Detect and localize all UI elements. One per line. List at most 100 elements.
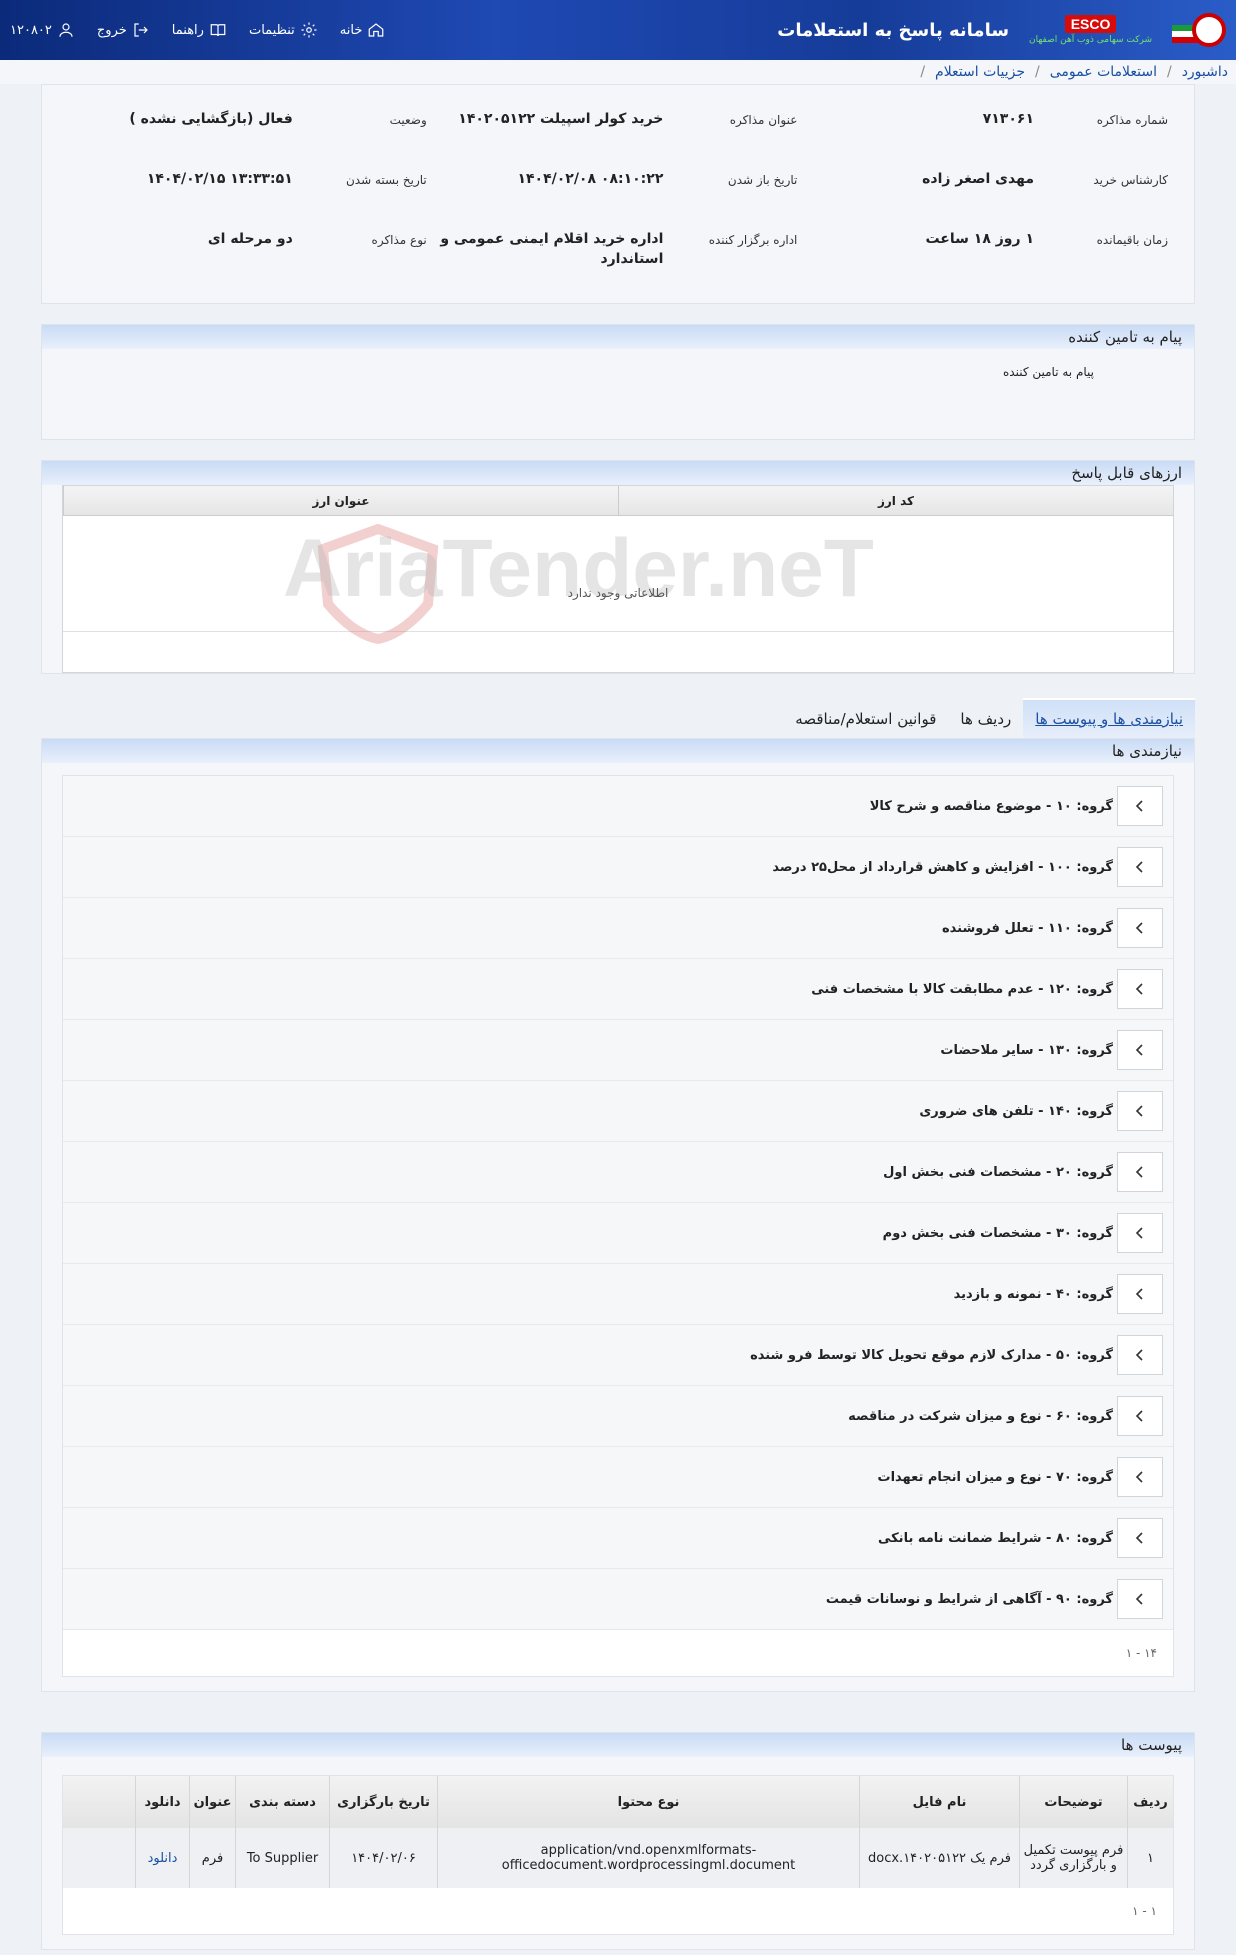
user-id: ۱۲۰۸۰۲ — [10, 22, 52, 38]
chevron-left-icon[interactable] — [1117, 1396, 1163, 1436]
requirement-group-label: گروه: ۴۰ - نمونه و بازدید — [953, 1286, 1113, 1302]
requirement-group[interactable]: گروه: ۹۰ - آگاهی از شرایط و نوسانات قیمت — [63, 1569, 1173, 1630]
chevron-left-icon[interactable] — [1117, 1518, 1163, 1558]
chevron-left-icon[interactable] — [1117, 1213, 1163, 1253]
tab-rules[interactable]: قوانین استعلام/مناقصه — [783, 700, 948, 738]
nav-settings[interactable]: تنظیمات — [249, 21, 318, 39]
column-header[interactable]: نوع محتوا — [437, 1776, 859, 1828]
row-upload-date: ۱۴۰۴/۰۲/۰۶ — [329, 1828, 437, 1888]
negotiation-title-label: عنوان مذاکره — [729, 113, 798, 127]
chevron-left-icon[interactable] — [1117, 1152, 1163, 1192]
breadcrumb-separator: / — [1035, 64, 1040, 80]
requirement-group[interactable]: گروه: ۱۰ - موضوع مناقصه و شرح کالا — [63, 776, 1173, 837]
chevron-left-icon[interactable] — [1117, 908, 1163, 948]
negotiation-type-label: نوع مذاکره — [371, 233, 427, 247]
column-header[interactable]: دسته بندی — [235, 1776, 329, 1828]
requirements-title: نیازمندی ها — [42, 739, 1194, 763]
attachments-title: پیوست ها — [42, 1733, 1194, 1757]
remaining-time-value: ۱ روز ۱۸ ساعت — [925, 231, 1034, 247]
requirement-group[interactable]: گروه: ۱۰۰ - افزایش و کاهش قرارداد از محل… — [63, 837, 1173, 898]
empty-state: اطلاعاتی وجود ندارد — [567, 586, 669, 600]
nav-guide-label: راهنما — [171, 22, 204, 38]
info-row: شماره مذاکره ۷۱۳۰۶۱ عنوان مذاکره خرید کولر… — [62, 99, 1174, 159]
attachments-table: ردیف توضیحات نام فایل نوع محتوا تاریخ با… — [62, 1775, 1174, 1935]
column-header[interactable]: نام فایل — [859, 1776, 1019, 1828]
brand-subtitle: شرکت سهامی ذوب آهن اصفهان — [1029, 35, 1152, 45]
requirement-group[interactable]: گروه: ۱۲۰ - عدم مطابقت کالا با مشخصات فن… — [63, 959, 1173, 1020]
row-index: ۱ — [1127, 1828, 1173, 1888]
chevron-left-icon[interactable] — [1117, 847, 1163, 887]
requirement-group[interactable]: گروه: ۱۳۰ - سایر ملاحضات — [63, 1020, 1173, 1081]
requirement-group-label: گروه: ۱۳۰ - سایر ملاحضات — [940, 1042, 1113, 1058]
row-file-name: فرم یک ۱۴۰۲۰۵۱۲۲.docx — [859, 1828, 1019, 1888]
requirement-group[interactable]: گروه: ۱۴۰ - تلفن های ضروری — [63, 1081, 1173, 1142]
currencies-title: ارزهای قابل پاسخ — [42, 461, 1194, 485]
breadcrumb-separator: / — [1166, 64, 1172, 80]
detail-tabs: نیازمندی ها و پیوست ها ردیف ها قوانین اس… — [41, 696, 1195, 738]
close-date-label: تاریخ بسته شدن — [345, 173, 427, 187]
supplier-message-panel: پیام به تامین کننده پیام به تامین کننده — [41, 324, 1195, 440]
requirements-panel: نیازمندی ها گروه: ۱۰ - موضوع مناقصه و شر… — [41, 738, 1195, 1692]
home-icon — [369, 23, 384, 37]
row-title: فرم — [189, 1828, 235, 1888]
requirement-group[interactable]: گروه: ۶۰ - نوع و میزان شرکت در مناقصه — [63, 1386, 1173, 1447]
top-nav: خانه تنظیمات راهنما خروج ۱۲۰۸۰۲ — [10, 21, 385, 39]
status-label: وضعیت — [389, 113, 427, 127]
inquiry-info-panel: شماره مذاکره ۷۱۳۰۶۱ عنوان مذاکره خرید کولر… — [41, 84, 1195, 304]
negotiation-type-value: دو مرحله ای — [207, 231, 293, 247]
chevron-left-icon[interactable] — [1117, 1030, 1163, 1070]
negotiation-title-value: خرید کولر اسپیلت ۱۴۰۲۰۵۱۲۲ — [458, 111, 664, 127]
nav-guide[interactable]: راهنما — [172, 21, 227, 39]
breadcrumb-inquiry-details[interactable]: جزییات استعلام — [935, 64, 1025, 80]
chevron-left-icon[interactable] — [1117, 1091, 1163, 1131]
column-header[interactable]: ردیف — [1127, 1776, 1173, 1828]
breadcrumb-dashboard[interactable]: داشبورد — [1182, 64, 1228, 80]
requirement-group[interactable]: گروه: ۲۰ - مشخصات فنی بخش اول — [63, 1142, 1173, 1203]
requirement-group[interactable]: گروه: ۸۰ - شرایط ضمانت نامه بانکی — [63, 1508, 1173, 1569]
column-header[interactable]: تاریخ بارگزاری — [329, 1776, 437, 1828]
breadcrumb-public-inquiries[interactable]: استعلامات عمومی — [1050, 64, 1157, 80]
requirement-group[interactable]: گروه: ۱۱۰ - تعلل فروشنده — [63, 898, 1173, 959]
remaining-time-label: زمان باقیمانده — [1096, 233, 1168, 247]
gear-icon — [301, 22, 317, 38]
attachments-pager: ۱ - ۱ — [63, 1888, 1173, 1934]
system-title: سامانه پاسخ به استعلامات — [777, 19, 1010, 41]
requirement-group-label: گروه: ۷۰ - نوع و میزان انجام تعهدات — [877, 1469, 1114, 1485]
requirements-pager: ۱۴ - ۱ — [63, 1630, 1173, 1676]
requirement-group[interactable]: گروه: ۷۰ - نوع و میزان انجام تعهدات — [63, 1447, 1173, 1508]
chevron-left-icon[interactable] — [1117, 969, 1163, 1009]
row-content-type: application/vnd.openxmlformats-officedoc… — [437, 1828, 859, 1888]
tab-requirements-attachments[interactable]: نیازمندی ها و پیوست ها — [1023, 698, 1195, 738]
requirement-group-label: گروه: ۱۰ - موضوع مناقصه و شرح کالا — [869, 798, 1113, 814]
requirement-group[interactable]: گروه: ۵۰ - مدارک لازم موقع تحویل کالا تو… — [63, 1325, 1173, 1386]
column-header[interactable]: دانلود — [135, 1776, 189, 1828]
requirement-group-label: گروه: ۹۰ - آگاهی از شرایط و نوسانات قیمت — [825, 1591, 1113, 1607]
requirement-groups: گروه: ۱۰ - موضوع مناقصه و شرح کالا گروه: … — [62, 775, 1174, 1677]
requirement-group-label: گروه: ۶۰ - نوع و میزان شرکت در مناقصه — [848, 1408, 1113, 1424]
chevron-left-icon[interactable] — [1117, 1579, 1163, 1619]
watermark: AriaTender.neT — [283, 523, 874, 614]
nav-logout[interactable]: خروج — [97, 21, 150, 39]
currencies-table-body: AriaTender.neT اطلاعاتی وجود ندارد — [63, 516, 1173, 644]
user-icon — [59, 23, 73, 37]
column-header[interactable]: توضیحات — [1019, 1776, 1127, 1828]
brand-name: ESCO — [1064, 15, 1117, 33]
column-header[interactable]: عنوان — [189, 1776, 235, 1828]
negotiation-number-value: ۷۱۳۰۶۱ — [982, 111, 1034, 127]
download-link[interactable]: دانلود — [135, 1828, 189, 1888]
chevron-left-icon[interactable] — [1117, 1335, 1163, 1375]
breadcrumb: داشبورد / استعلامات عمومی / جزییات استعل… — [0, 60, 1236, 84]
nav-home[interactable]: خانه — [340, 21, 386, 39]
chevron-left-icon[interactable] — [1117, 1457, 1163, 1497]
requirement-group[interactable]: گروه: ۳۰ - مشخصات فنی بخش دوم — [63, 1203, 1173, 1264]
column-header[interactable]: کد ارز — [618, 486, 1173, 515]
chevron-left-icon[interactable] — [1117, 1274, 1163, 1314]
chevron-left-icon[interactable] — [1117, 786, 1163, 826]
tab-items[interactable]: ردیف ها — [948, 700, 1023, 738]
requirement-group[interactable]: گروه: ۴۰ - نمونه و بازدید — [63, 1264, 1173, 1325]
column-header[interactable]: عنوان ارز — [63, 486, 618, 515]
currencies-table-header: کد ارز عنوان ارز — [63, 486, 1173, 516]
user-menu[interactable]: ۱۲۰۸۰۲ — [10, 21, 75, 39]
open-date-value: ۰۸:۱۰:۲۲ ۱۴۰۴/۰۲/۰۸ — [517, 171, 664, 187]
row-description: فرم پیوست تکمیل و بارگزاری گردد — [1019, 1828, 1127, 1888]
